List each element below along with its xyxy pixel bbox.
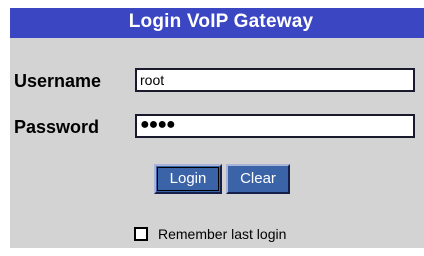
username-row: Username root [10, 66, 424, 96]
username-label: Username [14, 71, 102, 91]
clear-button[interactable]: Clear [226, 164, 290, 194]
page-title: Login VoIP Gateway [10, 8, 424, 38]
password-row: Password ●●●● [10, 112, 424, 142]
login-button[interactable]: Login [154, 164, 222, 194]
login-panel: Login VoIP Gateway Username root Passwor… [10, 8, 424, 248]
remember-checkbox[interactable] [134, 227, 148, 241]
password-field[interactable]: ●●●● [135, 114, 415, 138]
button-row: Login Clear [10, 164, 424, 194]
username-field[interactable]: root [135, 68, 415, 92]
password-label: Password [14, 117, 100, 137]
remember-label: Remember last login [158, 226, 287, 242]
